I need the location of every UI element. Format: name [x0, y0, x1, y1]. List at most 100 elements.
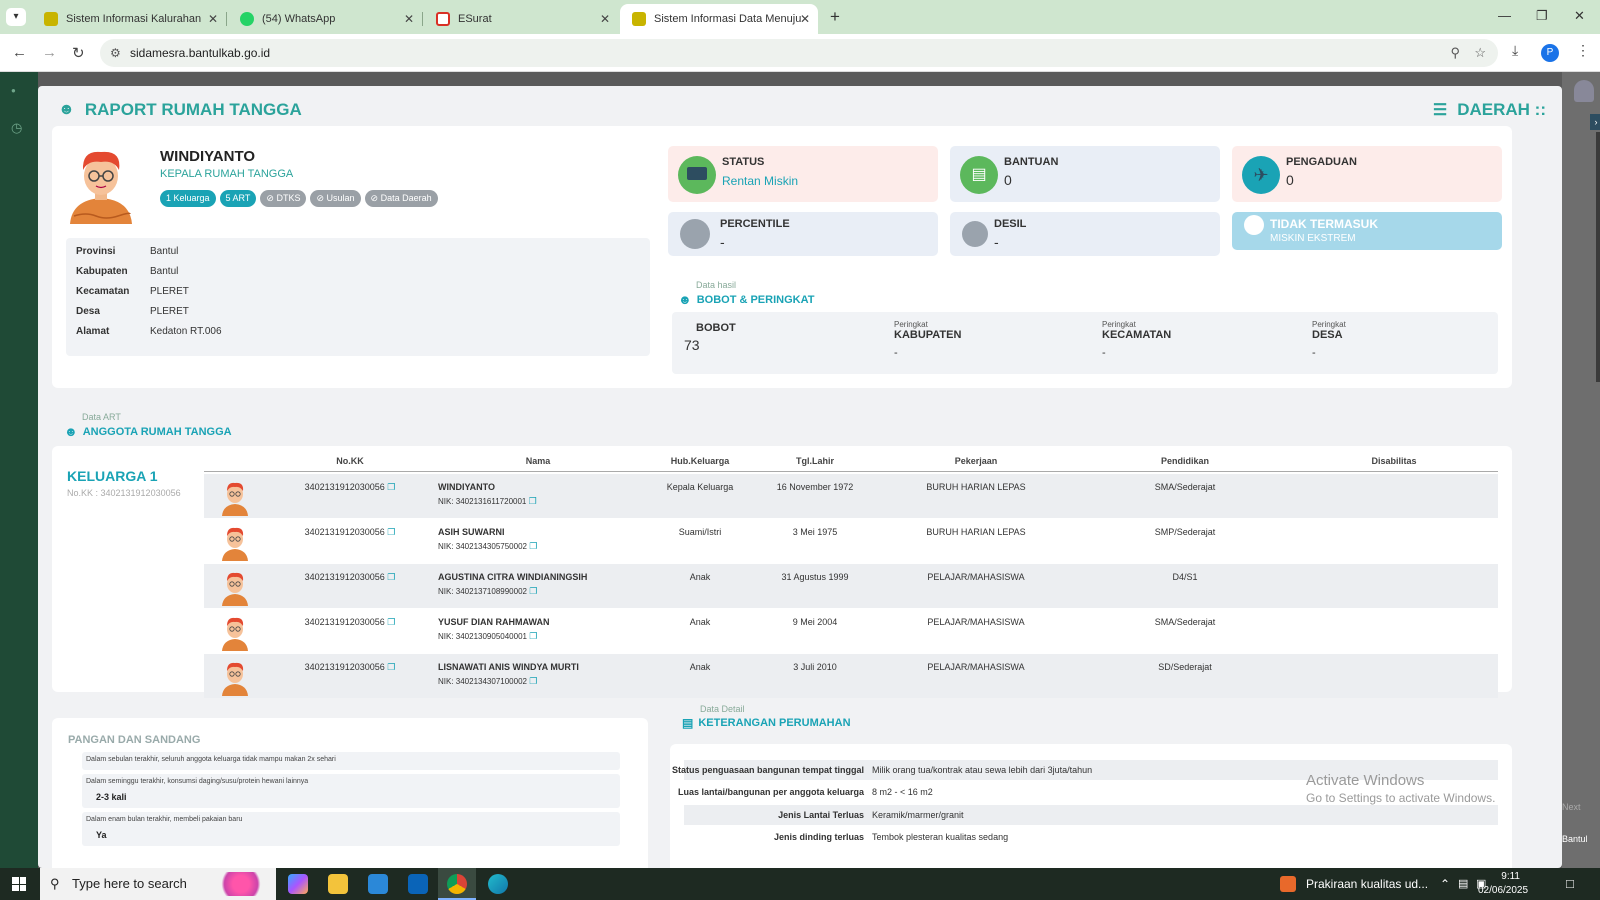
bobot-panel: BOBOT 73 Peringkat KABUPATEN - Peringkat KEC…	[672, 312, 1498, 374]
new-tab-button[interactable]: +	[830, 7, 840, 27]
restore-icon[interactable]: ❐	[1536, 8, 1548, 24]
user-avatar[interactable]	[1574, 80, 1594, 102]
dashboard-icon[interactable]: ◷	[11, 120, 22, 136]
flower-widget-icon	[216, 872, 266, 896]
tab-kalurahan[interactable]: Sistem Informasi Kalurahan Ple ✕	[32, 4, 227, 34]
minimize-icon[interactable]: —	[1498, 8, 1511, 23]
bookmark-star-icon[interactable]: ☆	[1474, 39, 1486, 67]
pangan-item: Dalam enam bulan terakhir, membeli pakai…	[82, 812, 620, 846]
zoom-icon[interactable]: ⚲	[1450, 39, 1460, 67]
copy-icon[interactable]: ❐	[529, 496, 537, 506]
clock[interactable]: 9:11 02/06/2025	[1478, 870, 1528, 898]
bantuan-card: ▤ BANTUAN 0	[950, 146, 1220, 202]
badge-data-daerah[interactable]: ⊘ Data Daerah	[364, 190, 438, 207]
close-tab-icon[interactable]: ✕	[404, 12, 414, 26]
bobot-section-title: ☻ BOBOT & PERINGKAT	[678, 292, 815, 307]
tab-search-button[interactable]: ▾	[6, 8, 26, 26]
menu-dot-icon[interactable]: ●	[11, 86, 16, 95]
back-icon[interactable]: ←	[12, 44, 27, 61]
taskbar: ⚲ Type here to search Prakiraan kualitas…	[0, 868, 1600, 900]
region-title: ☰ DAERAH ::	[1432, 100, 1546, 119]
copy-icon[interactable]: ❐	[529, 541, 537, 551]
monitor-icon	[678, 156, 716, 194]
whatsapp-icon	[240, 12, 254, 26]
close-tab-icon[interactable]: ✕	[800, 12, 810, 26]
status-card: STATUS Rentan Miskin	[668, 146, 938, 202]
copy-icon[interactable]: ❐	[387, 482, 395, 492]
table-row: 3402131912030056 ❐ LISNAWATI ANIS WINDYA …	[204, 654, 1498, 698]
copilot-icon[interactable]	[288, 874, 308, 894]
member-avatar	[222, 662, 248, 696]
edge-icon[interactable]	[488, 874, 508, 894]
copy-icon[interactable]: ❐	[387, 662, 395, 672]
chrome-taskbar-button[interactable]	[438, 868, 476, 900]
next-link[interactable]: Next	[1562, 802, 1581, 812]
tab-esurat[interactable]: ESurat ✕	[424, 4, 618, 34]
tray-device-icon[interactable]: ▤	[1458, 868, 1468, 900]
desil-card: DESIL -	[950, 212, 1220, 256]
perumahan-row: Jenis dinding terluas Tembok plesteran ku…	[773, 832, 1009, 842]
percentile-card: PERCENTILE -	[668, 212, 938, 256]
browser-tab-bar: ▾ Sistem Informasi Kalurahan Ple ✕ (54) …	[0, 0, 1600, 34]
copy-icon[interactable]: ❐	[387, 572, 395, 582]
store-icon[interactable]	[368, 874, 388, 894]
close-window-icon[interactable]: ✕	[1574, 8, 1585, 24]
copy-icon[interactable]: ❐	[529, 676, 537, 686]
scrollbar[interactable]	[1596, 132, 1600, 382]
address-row: Provinsi Bantul	[76, 246, 179, 257]
member-avatar	[222, 527, 248, 561]
percentile-icon	[680, 219, 710, 249]
forward-icon[interactable]: →	[42, 44, 57, 61]
tab-sidamesra[interactable]: Sistem Informasi Data Menuju S ✕	[620, 4, 818, 34]
badge-art[interactable]: 5 ART	[219, 190, 257, 207]
badge-usulan[interactable]: ⊘ Usulan	[310, 190, 361, 207]
app-sidebar: ● ◷	[0, 72, 38, 868]
pengaduan-card: ✈ PENGADUAN 0	[1232, 146, 1502, 202]
search-icon: ⚲	[50, 876, 60, 891]
page-right-edge: › Next Bantul	[1562, 72, 1600, 868]
archive-icon: ▤	[682, 716, 694, 730]
badge-dtks[interactable]: ⊘ DTKS	[260, 190, 307, 207]
copy-icon[interactable]: ❐	[529, 631, 537, 641]
person-badges: 1 Keluarga 5 ART ⊘ DTKS ⊘ Usulan ⊘ Data …	[160, 190, 438, 207]
ekstrem-icon	[1244, 215, 1264, 235]
member-avatar	[222, 572, 248, 606]
table-header: No.KK Nama Hub.Keluarga Tgl.Lahir Pekerj…	[204, 450, 1498, 472]
start-button[interactable]	[12, 877, 26, 891]
profile-avatar[interactable]: P	[1541, 44, 1559, 62]
page-content: ● ◷ › Next Bantul ☻ RAPORT RUMAH TANGGA …	[0, 72, 1600, 868]
perumahan-section-title: ▤ KETERANGAN PERUMAHAN	[682, 716, 851, 730]
copy-icon[interactable]: ❐	[387, 617, 395, 627]
users-icon: ☻	[58, 101, 75, 118]
address-table: Provinsi Bantul Kabupaten Bantul Kecamatan…	[66, 238, 650, 356]
taskbar-search-input[interactable]: ⚲ Type here to search	[40, 868, 276, 900]
menu-icon[interactable]: ⋮	[1576, 42, 1590, 59]
modal-title: ☻ RAPORT RUMAH TANGGA	[58, 100, 302, 119]
url-input[interactable]: ⚙ sidamesra.bantulkab.go.id ⚲ ☆	[100, 39, 1498, 67]
download-icon[interactable]: ⤓	[1512, 42, 1518, 59]
copy-icon[interactable]: ❐	[387, 527, 395, 537]
weather-text[interactable]: Prakiraan kualitas ud...	[1306, 868, 1428, 900]
tab-whatsapp[interactable]: (54) WhatsApp ✕	[228, 4, 423, 34]
family-title: KELUARGA 1	[67, 468, 158, 484]
person-role: KEPALA RUMAH TANGGA	[160, 168, 294, 180]
table-row: 3402131912030056 ❐ WINDIYANTO NIK: 3402131…	[204, 474, 1498, 518]
copy-icon[interactable]: ❐	[529, 586, 537, 596]
outlook-icon[interactable]	[408, 874, 428, 894]
badge-keluarga[interactable]: 1 Keluarga	[160, 190, 216, 207]
art-section-title: ☻ ANGGOTA RUMAH TANGGA	[64, 424, 232, 439]
tray-chevron-icon[interactable]: ⌃	[1440, 868, 1450, 900]
status-value[interactable]: Rentan Miskin	[722, 174, 798, 188]
reload-icon[interactable]: ↻	[72, 44, 85, 62]
household-summary-card: WINDIYANTO KEPALA RUMAH TANGGA 1 Keluarg…	[52, 126, 1512, 388]
close-tab-icon[interactable]: ✕	[600, 12, 610, 26]
collapse-panel-button[interactable]: ›	[1590, 114, 1600, 130]
notification-icon[interactable]: □	[1566, 868, 1574, 900]
close-tab-icon[interactable]: ✕	[208, 12, 218, 26]
table-row: 3402131912030056 ❐ YUSUF DIAN RAHMAWAN NIK…	[204, 609, 1498, 653]
address-row: Kabupaten Bantul	[76, 266, 179, 277]
desil-icon	[962, 221, 988, 247]
file-explorer-icon[interactable]	[328, 874, 348, 894]
site-info-icon[interactable]: ⚙	[110, 39, 121, 67]
pangan-sandang-card: PANGAN DAN SANDANG Dalam sebulan terakhi…	[52, 718, 648, 868]
